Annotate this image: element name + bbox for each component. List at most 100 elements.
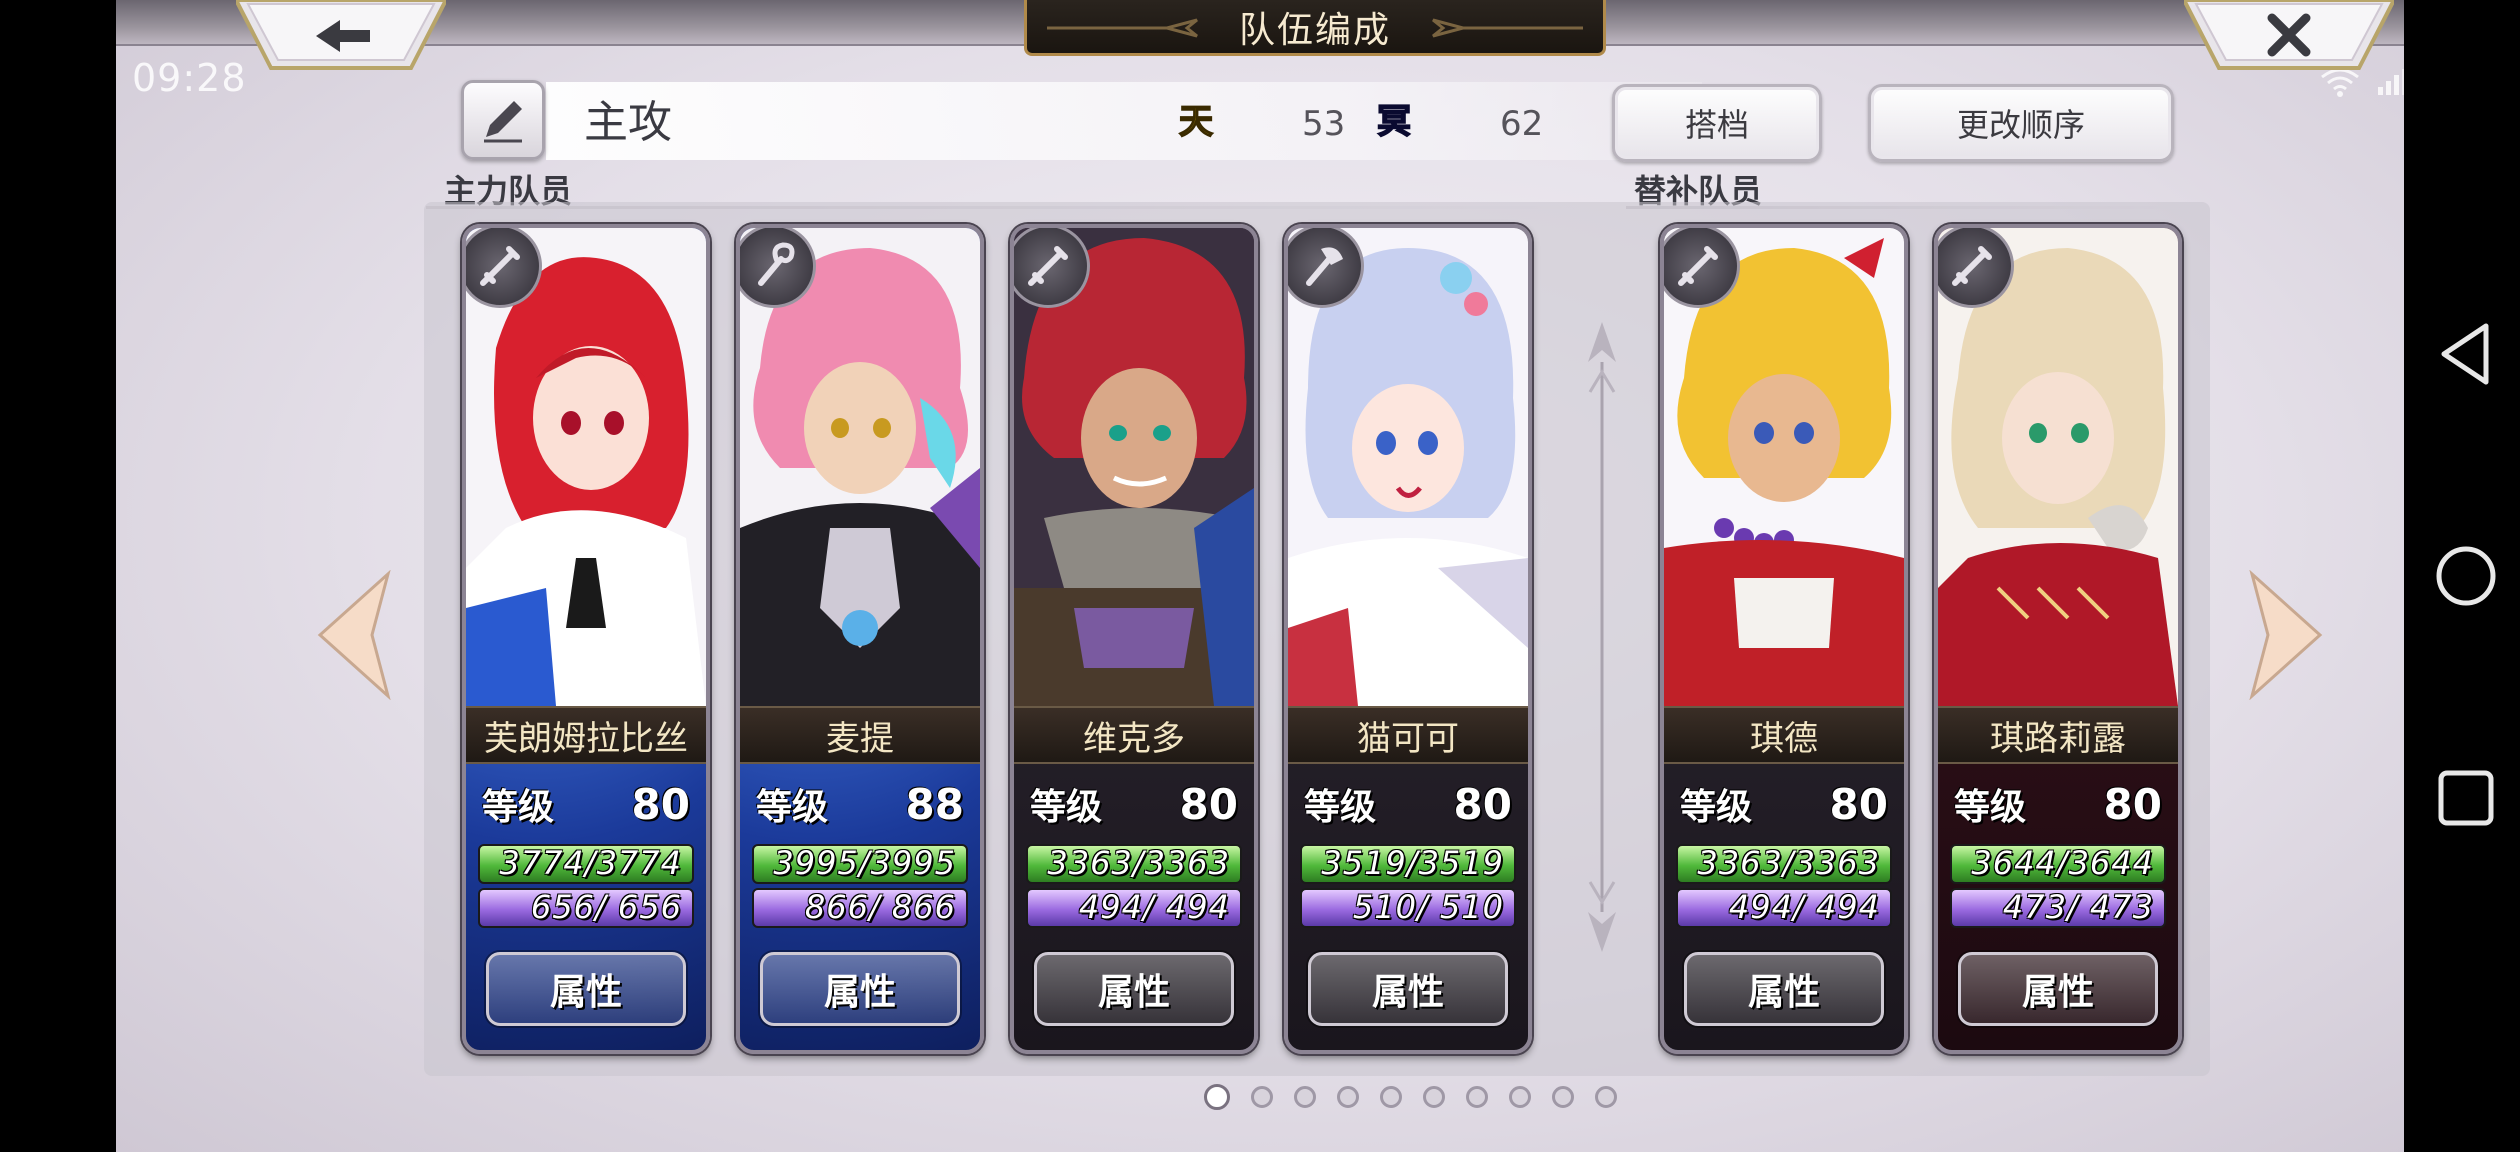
hp-value: 3995/3995 [773, 844, 956, 882]
prev-team-button[interactable] [314, 570, 394, 700]
sp-bar: 473/ 473 [1950, 888, 2166, 928]
sword-icon [466, 228, 542, 308]
team-name: 主攻 [584, 97, 672, 148]
sp-value: 656/ 656 [530, 888, 682, 926]
page-indicator [1204, 1084, 1617, 1110]
signal-icon [2377, 69, 2406, 95]
level-value: 80 [1829, 780, 1888, 829]
page-dot[interactable] [1595, 1086, 1617, 1108]
rename-team-button[interactable] [461, 80, 545, 160]
page-dot[interactable] [1552, 1086, 1574, 1108]
attribute-button[interactable]: 属性 [1684, 952, 1884, 1026]
level-label: 等级 [1304, 787, 1377, 828]
sp-bar: 494/ 494 [1676, 888, 1892, 928]
page-dot[interactable] [1251, 1086, 1273, 1108]
level-label: 等级 [1030, 787, 1103, 828]
hp-value: 3644/3644 [1971, 844, 2154, 882]
member-name: 维克多 [1014, 706, 1254, 764]
level-value: 80 [1179, 780, 1238, 829]
reserve-card[interactable]: 琪德 等级 80 3363/3363 494/ 494 属性 [1660, 224, 1908, 1054]
member-card[interactable]: 维克多 等级 80 3363/3363 494/ 494 属性 [1010, 224, 1258, 1054]
level-value: 80 [631, 780, 690, 829]
status-time: 09:28 [132, 56, 247, 100]
heaven-glyph: 天 [1179, 102, 1213, 140]
roster-divider [1588, 322, 1616, 952]
page-dot[interactable] [1380, 1086, 1402, 1108]
member-stats: 等级 88 3995/3995 866/ 866 属性 [740, 764, 980, 1050]
page-title: 队伍编成 [1238, 9, 1391, 51]
sword-icon [1664, 228, 1740, 308]
left-arrow-icon [317, 570, 391, 700]
sp-value: 494/ 494 [1078, 888, 1230, 926]
title-ornament-left-icon [1047, 18, 1198, 38]
page-dot[interactable] [1204, 1084, 1230, 1110]
partner-button[interactable]: 搭档 [1612, 84, 1822, 162]
hp-bar: 3363/3363 [1676, 844, 1892, 884]
attribute-button[interactable]: 属性 [760, 952, 960, 1026]
right-arrow-icon [2249, 570, 2323, 700]
level-label: 等级 [1954, 787, 2027, 828]
title-ornament-right-icon [1432, 18, 1583, 38]
member-stats: 等级 80 3774/3774 656/ 656 属性 [466, 764, 706, 1050]
pen-icon [484, 101, 522, 143]
member-card[interactable]: 猫可可 等级 80 3519/3519 510/ 510 属性 [1284, 224, 1532, 1054]
sp-value: 494/ 494 [1728, 888, 1880, 926]
page-dot[interactable] [1337, 1086, 1359, 1108]
member-name: 琪德 [1664, 706, 1904, 764]
member-name: 琪路莉露 [1938, 706, 2178, 764]
level-value: 88 [905, 780, 964, 829]
member-stats: 等级 80 3644/3644 473/ 473 属性 [1938, 764, 2178, 1050]
sp-bar: 494/ 494 [1026, 888, 1242, 928]
sword-icon [1014, 228, 1090, 308]
close-button[interactable] [2184, 0, 2394, 70]
member-name: 麦提 [740, 706, 980, 764]
sp-bar: 510/ 510 [1300, 888, 1516, 928]
hp-value: 3774/3774 [499, 844, 682, 882]
axe-icon [1288, 228, 1364, 308]
nether-affinity-icon: 冥 [1376, 101, 1412, 140]
wifi-icon [2320, 68, 2359, 97]
nether-value: 62 [1500, 104, 1544, 144]
hp-bar: 3644/3644 [1950, 844, 2166, 884]
level-value: 80 [2103, 780, 2162, 829]
sp-bar: 656/ 656 [478, 888, 694, 928]
page-dot[interactable] [1423, 1086, 1445, 1108]
hp-value: 3519/3519 [1321, 844, 1504, 882]
page-dot[interactable] [1294, 1086, 1316, 1108]
sp-value: 510/ 510 [1352, 888, 1504, 926]
member-card[interactable]: 麦提 等级 88 3995/3995 866/ 866 属性 [736, 224, 984, 1054]
system-nav-bar [2404, 0, 2520, 1152]
heaven-affinity-icon: 天 [1178, 101, 1214, 140]
reorder-button[interactable]: 更改顺序 [1868, 84, 2174, 162]
attribute-button[interactable]: 属性 [1958, 952, 2158, 1026]
member-name: 猫可可 [1288, 706, 1528, 764]
member-stats: 等级 80 3363/3363 494/ 494 属性 [1664, 764, 1904, 1050]
next-team-button[interactable] [2246, 570, 2326, 700]
level-label: 等级 [482, 787, 555, 828]
hp-value: 3363/3363 [1697, 844, 1880, 882]
member-stats: 等级 80 3363/3363 494/ 494 属性 [1014, 764, 1254, 1050]
game-screen: 09:28 97 队伍编成 主攻 天 53 冥 62 搭档 更改顺序 主力队员 … [116, 0, 2520, 1152]
back-button[interactable] [236, 0, 446, 70]
member-name: 芙朗姆拉比丝 [466, 706, 706, 764]
page-dot[interactable] [1466, 1086, 1488, 1108]
level-value: 80 [1453, 780, 1512, 829]
attribute-button[interactable]: 属性 [486, 952, 686, 1026]
hp-bar: 3519/3519 [1300, 844, 1516, 884]
attribute-button[interactable]: 属性 [1034, 952, 1234, 1026]
sp-bar: 866/ 866 [752, 888, 968, 928]
member-stats: 等级 80 3519/3519 510/ 510 属性 [1288, 764, 1528, 1050]
reserve-card[interactable]: 琪路莉露 等级 80 3644/3644 473/ 473 属性 [1934, 224, 2182, 1054]
level-label: 等级 [1680, 787, 1753, 828]
hp-bar: 3995/3995 [752, 844, 968, 884]
heaven-value: 53 [1302, 104, 1346, 144]
hp-value: 3363/3363 [1047, 844, 1230, 882]
hp-bar: 3363/3363 [1026, 844, 1242, 884]
title-plate: 队伍编成 [1024, 0, 1606, 56]
staff-icon [740, 228, 816, 308]
attribute-button[interactable]: 属性 [1308, 952, 1508, 1026]
hp-bar: 3774/3774 [478, 844, 694, 884]
member-card[interactable]: 芙朗姆拉比丝 等级 80 3774/3774 656/ 656 属性 [462, 224, 710, 1054]
page-dot[interactable] [1509, 1086, 1531, 1108]
sp-value: 866/ 866 [804, 888, 956, 926]
